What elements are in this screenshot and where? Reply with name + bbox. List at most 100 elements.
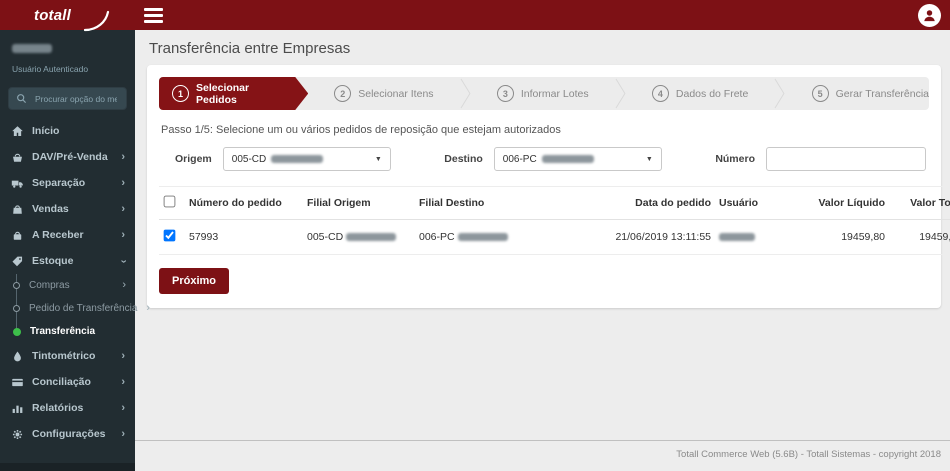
user-icon [924,9,935,21]
tree-bullet-icon [13,282,20,289]
user-name-redacted [12,44,52,53]
sidebar-item-label: Configurações [32,428,106,440]
filters-row: Origem 005-CD ▼ Destino 006-PC ▼ Número [159,147,929,171]
sidebar-item-inicio[interactable]: Início [0,118,135,144]
cell-usuario [715,219,789,255]
select-caret-icon: ▼ [645,155,653,163]
menu-search-box[interactable] [8,87,127,110]
wizard-step-gerar-transferencia[interactable]: 5 Gerar Transferência [786,77,929,110]
menu-search-input[interactable] [33,92,119,105]
origem-value: 005-CD [231,153,267,165]
sidebar-item-relatorios[interactable]: Relatórios › [0,395,135,421]
sidebar-item-compras[interactable]: Compras › [0,274,135,297]
origem-select[interactable]: 005-CD ▼ [222,147,391,171]
redacted-text [541,155,594,163]
sidebar-item-label: Relatórios [32,402,84,414]
footer: Totall Commerce Web (5.6B) - Totall Sist… [135,440,950,471]
search-icon [17,94,27,104]
chevron-right-icon: › [121,427,125,440]
redacted-text [271,155,324,163]
step-label: Informar Lotes [520,87,589,100]
step-label: Gerar Transferência [835,87,929,100]
next-button[interactable]: Próximo [159,268,230,294]
numero-input[interactable] [766,147,926,171]
step-label: Dados do Frete [675,87,749,100]
origem-field-group: Origem 005-CD ▼ [175,147,391,171]
sidebar-item-label: Compras [29,280,70,291]
chevron-right-icon: › [122,279,126,291]
col-filial-origem: Filial Origem [303,186,415,220]
sidebar-item-pedido-de-transferencia[interactable]: Pedido de Transferência › [0,297,150,320]
wizard-step-selecionar-pedidos[interactable]: 1 Selecionar Pedidos [159,77,308,110]
topbar: totall [0,0,950,31]
app-logo: totall [0,6,135,31]
sidebar-item-transferencia[interactable]: Transferência [0,320,135,343]
cell-filial-origem: 005-CD [303,219,415,255]
sidebar: Usuário Autenticado Início [0,30,150,471]
chevron-right-icon: › [121,202,125,215]
step-separator [615,78,626,109]
cell-data: 21/06/2019 13:11:55 [597,219,715,255]
chevron-right-icon: › [121,349,125,362]
redacted-text [719,233,755,242]
wizard-steps: 1 Selecionar Pedidos 2 Selecionar Itens … [159,77,929,110]
sidebar-user-block: Usuário Autenticado [0,30,135,78]
chevron-right-icon: › [121,176,125,189]
cell-numero: 57993 [185,219,303,255]
sidebar-item-conciliacao[interactable]: Conciliação › [0,369,135,395]
sidebar-nav: Início DAV/Pré-Venda › Separação › Venda… [0,115,150,447]
sidebar-item-label: Transferência [30,326,96,337]
redacted-text [457,233,508,242]
col-numero-pedido: Número do pedido [185,186,303,220]
hamburger-menu-icon[interactable] [140,4,167,27]
col-usuario: Usuário [715,186,789,220]
destino-select[interactable]: 006-PC ▼ [493,147,662,171]
table-row[interactable]: 57993 005-CD 006-PC 21/06/2019 13:11:55 … [159,219,950,255]
truck-icon [10,177,24,190]
wizard-step-informar-lotes[interactable]: 3 Informar Lotes [471,77,589,110]
sidebar-item-label: Estoque [32,255,74,267]
sidebar-item-separacao[interactable]: Separação › [0,170,135,196]
sidebar-item-label: Tintométrico [32,350,96,362]
wizard-step-dados-do-frete[interactable]: 4 Dados do Frete [626,77,748,110]
destino-label: Destino [444,153,483,165]
step-number-badge: 4 [651,85,669,102]
select-caret-icon: ▼ [374,155,382,163]
step-separator [460,78,471,109]
bar-chart-icon [10,402,24,415]
select-all-checkbox[interactable] [163,195,176,208]
transfer-wizard-card: 1 Selecionar Pedidos 2 Selecionar Itens … [147,65,950,308]
sidebar-item-label: Vendas [32,203,69,215]
main-content: Transferência entre Empresas 1 Seleciona… [135,30,950,471]
step-label: Selecionar Itens [358,87,434,100]
row-checkbox[interactable] [163,229,176,242]
sidebar-item-a-receber[interactable]: A Receber › [0,222,135,248]
estoque-submenu: Compras › Pedido de Transferência › Tran… [0,274,150,343]
col-valor-total: Valor Total [889,186,950,220]
origem-label: Origem [175,153,212,165]
step-hint-text: Passo 1/5: Selecione um ou vários pedido… [161,124,561,136]
handbag-icon [10,229,24,242]
sidebar-item-label: Pedido de Transferência [29,303,138,314]
wizard-step-selecionar-itens[interactable]: 2 Selecionar Itens [308,77,434,110]
redacted-text [346,233,397,242]
sidebar-item-label: DAV/Pré-Venda [32,151,108,163]
sidebar-item-vendas[interactable]: Vendas › [0,196,135,222]
col-data-pedido: Data do pedido [597,186,715,220]
sidebar-item-estoque[interactable]: Estoque › [0,248,135,274]
logo-swoosh-icon [84,10,110,31]
chevron-right-icon: › [121,150,125,163]
step-label: Selecionar Pedidos [196,81,250,106]
footer-text: Totall Commerce Web (5.6B) - Totall Sist… [676,449,941,460]
user-avatar-button[interactable] [918,3,941,27]
sidebar-item-dav-pre-venda[interactable]: DAV/Pré-Venda › [0,144,135,170]
droplet-icon [10,350,24,363]
step-separator [774,78,785,109]
home-icon [10,125,24,138]
sidebar-item-tintometrico[interactable]: Tintométrico › [0,343,135,369]
table-header-row: Número do pedido Filial Origem Filial De… [159,186,950,220]
sidebar-item-configuracoes[interactable]: Configurações › [0,421,135,447]
step-number-badge: 3 [496,85,514,102]
tags-icon [10,255,24,268]
logo-text: totall [34,6,72,24]
